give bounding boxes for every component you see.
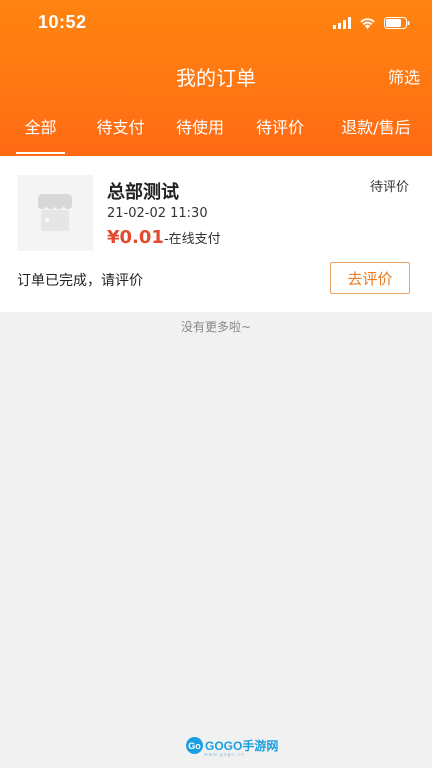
tab-pending-payment[interactable]: 待支付: [81, 100, 160, 156]
review-button[interactable]: 去评价: [330, 262, 410, 294]
order-date: 21-02-02 11:30: [107, 206, 208, 221]
tab-label: 全部: [24, 118, 57, 137]
store-icon: [38, 194, 72, 231]
order-tabs: 全部 待支付 待使用 待评价 退款/售后: [0, 100, 432, 156]
tab-label: 待支付: [96, 118, 145, 137]
order-price: ¥0.01: [107, 227, 164, 248]
list-end-message: 没有更多啦~: [180, 320, 252, 334]
completion-message: 订单已完成，请评价: [17, 273, 143, 289]
order-status: 待评价: [369, 180, 409, 195]
status-bar: 10:52: [0, 0, 432, 48]
status-time: 10:52: [38, 12, 87, 32]
wifi-icon: [359, 14, 376, 33]
tab-to-review[interactable]: 待评价: [240, 100, 320, 156]
store-name[interactable]: 总部测试: [107, 178, 179, 204]
watermark-logo: Go GOGO手游网 www.gogo.cn: [186, 737, 278, 758]
order-card[interactable]: 总部测试 待评价 21-02-02 11:30 ¥0.01-在线支付 订单已完成…: [0, 156, 432, 312]
tab-refund-aftersales[interactable]: 退款/售后: [320, 100, 432, 156]
price-line: ¥0.01-在线支付: [107, 227, 221, 248]
payment-method: -在线支付: [163, 232, 221, 247]
status-icons: [333, 14, 410, 33]
tab-label: 待使用: [175, 118, 224, 137]
cellular-signal-icon: [333, 14, 351, 33]
tab-label: 退款/售后: [341, 118, 411, 137]
tab-label: 待评价: [255, 118, 304, 137]
page-title: 我的订单: [176, 66, 256, 90]
store-thumbnail[interactable]: [17, 175, 93, 251]
header: 10:52 我的订单 筛选 全部 待支付 待使用 待评价 退款/售后: [0, 0, 432, 156]
watermark-subtext: www.gogo.cn: [204, 752, 245, 758]
tab-to-use[interactable]: 待使用: [160, 100, 240, 156]
battery-icon: [384, 14, 410, 33]
nav-bar: 我的订单 筛选: [0, 52, 432, 96]
filter-button[interactable]: 筛选: [388, 64, 420, 88]
watermark-badge: Go: [186, 737, 203, 754]
tab-active-indicator: [16, 152, 65, 154]
tab-all[interactable]: 全部: [0, 100, 81, 156]
